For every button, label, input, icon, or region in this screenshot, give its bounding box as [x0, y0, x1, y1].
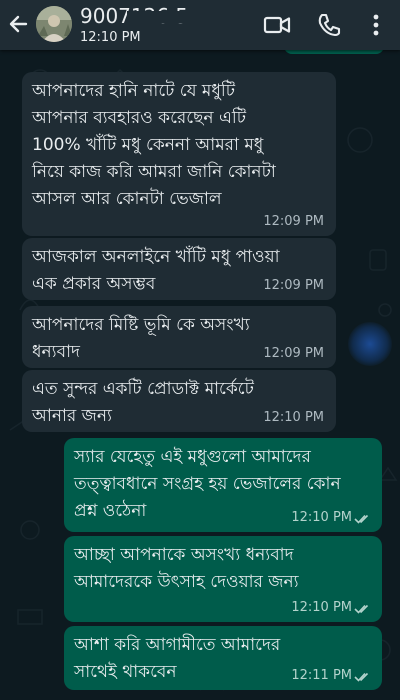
arrow-back-icon[interactable] [4, 8, 34, 40]
message-time: 12:09 PM [263, 214, 324, 229]
incoming-message-bubble[interactable]: আজকাল অনলাইনে খাঁটি মধু পাওয়া এক প্রকার… [22, 238, 336, 300]
outgoing-message-bubble[interactable]: স্যার যেহেতু এই মধুগুলো আমাদের তত্ত্বাবধ… [64, 438, 382, 532]
read-receipt-icon [354, 672, 369, 682]
incoming-message-bubble[interactable]: আপনাদের হানি নাটে যে মধুটি আপনার ব্যবহার… [22, 72, 336, 236]
read-receipt-icon [354, 514, 369, 524]
chat-header: 9007126 5 12:10 PM [0, 0, 400, 50]
video-call-icon[interactable] [262, 10, 292, 40]
message-time: 12:09 PM [263, 346, 324, 361]
message-time: 12:10 PM [291, 600, 352, 615]
chat-screen: 9007126 5 12:10 PM আপনাদের হানি নাটে যে … [0, 0, 400, 700]
read-receipt-icon [354, 604, 369, 614]
message-time: 12:10 PM [291, 510, 352, 525]
contact-avatar[interactable] [36, 6, 72, 42]
message-time: 12:11 PM [291, 668, 352, 683]
contact-status: 12:10 PM [80, 30, 141, 45]
touch-indicator [348, 322, 392, 366]
more-vertical-icon[interactable] [366, 10, 386, 40]
message-text: আপনাদের হানি নাটে যে মধুটি আপনার ব্যবহার… [32, 81, 276, 209]
outgoing-message-bubble[interactable]: আশা করি আগামীতে আমাদের সাথেই থাকবেন 12:1… [64, 626, 382, 690]
message-text: আচ্ছা আপনাকে অসংখ্য ধন্যবাদ আমাদেরকে উৎস… [74, 545, 299, 592]
phone-icon[interactable] [314, 10, 344, 40]
message-time: 12:09 PM [263, 278, 324, 293]
incoming-message-bubble[interactable]: এত সুন্দর একটি প্রোডাক্ট মার্কেটে আনার জ… [22, 370, 336, 432]
redaction-box [127, 11, 190, 23]
outgoing-message-bubble[interactable]: আচ্ছা আপনাকে অসংখ্য ধন্যবাদ আমাদেরকে উৎস… [64, 536, 382, 622]
message-time: 12:10 PM [263, 410, 324, 425]
incoming-message-bubble[interactable]: আপনাদের মিষ্টি ভূমি কে অসংখ্য ধন্যবাদ 12… [22, 306, 336, 368]
avatar-photo-icon [36, 6, 72, 42]
